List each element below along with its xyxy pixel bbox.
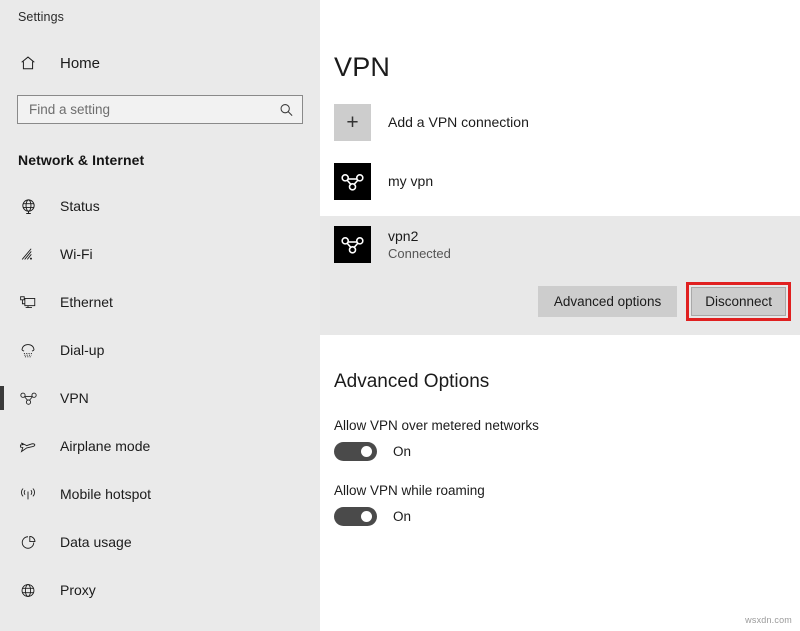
sidebar: Settings Home Network & Internet bbox=[0, 0, 320, 631]
app-title: Settings bbox=[0, 0, 320, 24]
vpn-connection-list: + Add a VPN connection my vpn bbox=[320, 99, 800, 335]
search-input[interactable] bbox=[18, 96, 302, 123]
setting-label: Allow VPN while roaming bbox=[334, 483, 800, 498]
sidebar-item-vpn-label: VPN bbox=[60, 390, 89, 406]
sidebar-item-proxy-label: Proxy bbox=[60, 582, 96, 598]
list-item[interactable]: my vpn bbox=[320, 158, 800, 204]
plus-glyph: + bbox=[346, 112, 358, 133]
sidebar-item-wifi-label: Wi-Fi bbox=[60, 246, 93, 262]
sidebar-group-header: Network & Internet bbox=[0, 152, 320, 168]
sidebar-item-status[interactable]: Status bbox=[0, 182, 320, 230]
selection-accent bbox=[0, 338, 4, 362]
globe-status-icon bbox=[17, 195, 39, 217]
sidebar-item-ethernet-label: Ethernet bbox=[60, 294, 113, 310]
toggle-knob bbox=[361, 511, 372, 522]
advanced-options-heading: Advanced Options bbox=[320, 335, 800, 393]
vpn-selected-text: vpn2 Connected bbox=[388, 227, 451, 263]
setting-label: Allow VPN over metered networks bbox=[334, 418, 800, 433]
sidebar-item-airplane-mode-label: Airplane mode bbox=[60, 438, 150, 454]
vpn-connection-name: vpn2 bbox=[388, 227, 451, 245]
setting-vpn-roaming: Allow VPN while roaming On bbox=[320, 483, 800, 526]
disconnect-button[interactable]: Disconnect bbox=[691, 287, 786, 316]
sidebar-item-mobile-hotspot-label: Mobile hotspot bbox=[60, 486, 151, 502]
toggle-knob bbox=[361, 446, 372, 457]
vpn-selected-header: vpn2 Connected bbox=[320, 226, 800, 263]
selection-accent bbox=[0, 482, 4, 506]
disconnect-highlight-box: Disconnect bbox=[686, 282, 791, 321]
wifi-icon bbox=[17, 243, 39, 265]
vpn-connection-selected[interactable]: vpn2 Connected Advanced options Disconne… bbox=[320, 216, 800, 335]
setting-metered-networks: Allow VPN over metered networks On bbox=[320, 418, 800, 461]
selection-accent bbox=[0, 578, 4, 602]
toggle-row: On bbox=[334, 507, 800, 526]
toggle-state-label: On bbox=[393, 509, 411, 524]
sidebar-item-ethernet[interactable]: Ethernet bbox=[0, 278, 320, 326]
sidebar-item-vpn[interactable]: VPN bbox=[0, 374, 320, 422]
airplane-icon bbox=[17, 435, 39, 457]
page-title: VPN bbox=[320, 0, 800, 83]
home-icon bbox=[17, 52, 39, 74]
sidebar-item-dial-up[interactable]: Dial-up bbox=[0, 326, 320, 374]
globe-icon bbox=[17, 579, 39, 601]
dialup-phone-icon bbox=[17, 339, 39, 361]
vpn-action-buttons: Advanced options Disconnect bbox=[320, 282, 800, 321]
advanced-options-button[interactable]: Advanced options bbox=[538, 286, 677, 317]
selection-accent bbox=[0, 434, 4, 458]
vpn-knot-icon bbox=[334, 163, 371, 200]
toggle-row: On bbox=[334, 442, 800, 461]
sidebar-item-home-label: Home bbox=[60, 55, 100, 72]
watermark: wsxdn.com bbox=[745, 615, 792, 625]
selection-accent bbox=[0, 242, 4, 266]
sidebar-item-data-usage[interactable]: Data usage bbox=[0, 518, 320, 566]
sidebar-item-status-label: Status bbox=[60, 198, 100, 214]
vpn-connection-name: my vpn bbox=[388, 173, 433, 189]
sidebar-item-home[interactable]: Home bbox=[0, 46, 320, 80]
metered-networks-toggle[interactable] bbox=[334, 442, 377, 461]
selection-accent bbox=[0, 194, 4, 218]
sidebar-item-mobile-hotspot[interactable]: Mobile hotspot bbox=[0, 470, 320, 518]
plus-icon: + bbox=[334, 104, 371, 141]
ethernet-icon bbox=[17, 291, 39, 313]
selection-accent bbox=[0, 290, 4, 314]
vpn-knot-icon bbox=[17, 387, 39, 409]
toggle-state-label: On bbox=[393, 444, 411, 459]
sidebar-item-airplane-mode[interactable]: Airplane mode bbox=[0, 422, 320, 470]
selection-accent bbox=[0, 386, 4, 410]
pie-chart-icon bbox=[17, 531, 39, 553]
sidebar-nav-list: Status Wi-Fi bbox=[0, 182, 320, 614]
vpn-knot-icon bbox=[334, 226, 371, 263]
add-vpn-connection-button[interactable]: + Add a VPN connection bbox=[320, 99, 800, 145]
sidebar-item-dial-up-label: Dial-up bbox=[60, 342, 104, 358]
selection-accent bbox=[0, 530, 4, 554]
add-vpn-connection-label: Add a VPN connection bbox=[388, 114, 529, 130]
main-content: VPN + Add a VPN connection bbox=[320, 0, 800, 631]
sidebar-item-data-usage-label: Data usage bbox=[60, 534, 132, 550]
hotspot-icon bbox=[17, 483, 39, 505]
sidebar-item-proxy[interactable]: Proxy bbox=[0, 566, 320, 614]
search-box[interactable] bbox=[17, 95, 303, 124]
settings-window: Settings Home Network & Internet bbox=[0, 0, 800, 631]
sidebar-item-wifi[interactable]: Wi-Fi bbox=[0, 230, 320, 278]
vpn-roaming-toggle[interactable] bbox=[334, 507, 377, 526]
status-badge: Connected bbox=[388, 245, 451, 263]
